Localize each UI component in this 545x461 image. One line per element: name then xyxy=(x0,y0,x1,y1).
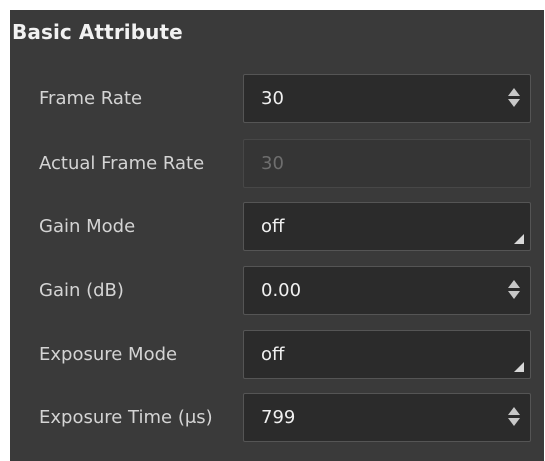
up-down-arrows-icon[interactable] xyxy=(508,88,520,108)
row-gain-mode: Gain Mode off xyxy=(10,202,544,252)
spin-down-icon[interactable] xyxy=(508,99,520,107)
actual-frame-rate-field: 30 xyxy=(243,139,531,188)
exposure-time-spinbox[interactable]: 799 xyxy=(243,393,531,442)
exposure-mode-value[interactable]: off xyxy=(261,331,284,378)
gain-mode-label: Gain Mode xyxy=(39,216,136,237)
actual-frame-rate-value: 30 xyxy=(261,153,284,174)
dropdown-corner-icon[interactable] xyxy=(514,234,524,244)
exposure-time-label: Exposure Time (μs) xyxy=(39,407,213,428)
frame-rate-spinbox[interactable]: 30 xyxy=(243,74,531,123)
actual-frame-rate-label: Actual Frame Rate xyxy=(39,153,205,174)
spin-up-icon[interactable] xyxy=(508,88,520,96)
gain-label: Gain (dB) xyxy=(39,280,124,301)
panel-title: Basic Attribute xyxy=(12,20,183,44)
row-gain: Gain (dB) 0.00 xyxy=(10,266,544,316)
frame-rate-value[interactable]: 30 xyxy=(261,75,284,122)
gain-spinbox[interactable]: 0.00 xyxy=(243,266,531,315)
up-down-arrows-icon[interactable] xyxy=(508,407,520,427)
row-exposure-time: Exposure Time (μs) 799 xyxy=(10,393,544,443)
spin-down-icon[interactable] xyxy=(508,291,520,299)
up-down-arrows-icon[interactable] xyxy=(508,280,520,300)
gain-mode-combobox[interactable]: off xyxy=(243,202,531,251)
row-exposure-mode: Exposure Mode off xyxy=(10,330,544,380)
row-frame-rate: Frame Rate 30 xyxy=(10,74,544,124)
spin-up-icon[interactable] xyxy=(508,407,520,415)
spin-up-icon[interactable] xyxy=(508,280,520,288)
basic-attribute-panel: Basic Attribute Frame Rate 30 Actual Fra… xyxy=(10,10,544,461)
row-actual-frame-rate: Actual Frame Rate 30 xyxy=(10,139,544,189)
exposure-mode-label: Exposure Mode xyxy=(39,344,178,365)
dropdown-corner-icon[interactable] xyxy=(514,362,524,372)
gain-mode-value[interactable]: off xyxy=(261,203,284,250)
gain-value[interactable]: 0.00 xyxy=(261,267,301,314)
exposure-time-value[interactable]: 799 xyxy=(261,394,295,441)
spin-down-icon[interactable] xyxy=(508,418,520,426)
frame-rate-label: Frame Rate xyxy=(39,88,143,109)
exposure-mode-combobox[interactable]: off xyxy=(243,330,531,379)
